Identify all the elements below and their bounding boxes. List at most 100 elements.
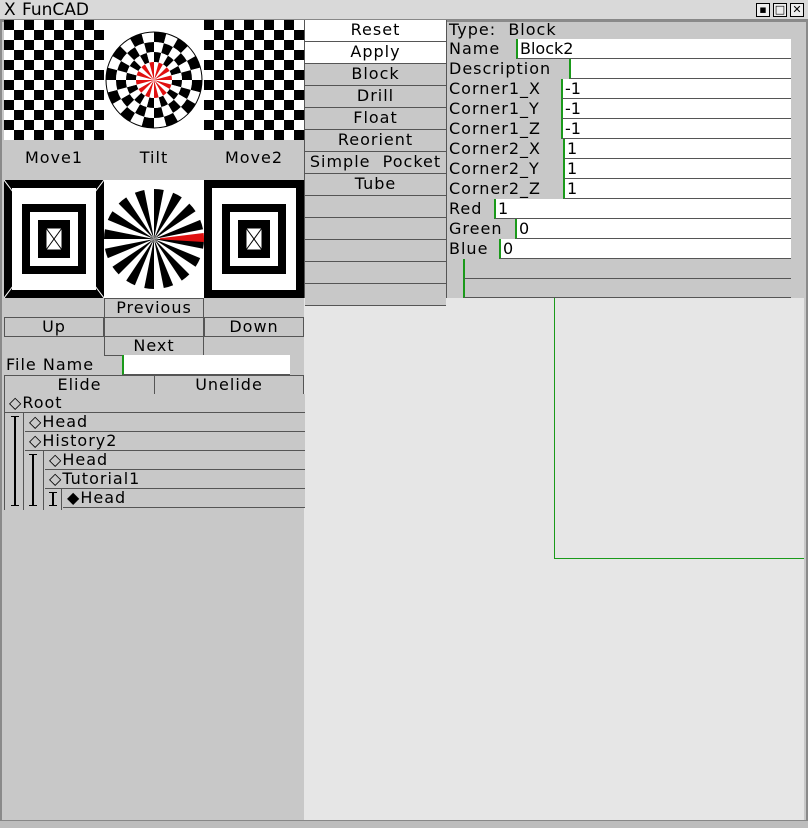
corner2-x-label: Corner2_X [449, 139, 541, 158]
empty-command-slot [305, 262, 446, 284]
block-button[interactable]: Block [305, 64, 446, 86]
down-button[interactable]: Down [204, 317, 304, 337]
empty-command-slot [305, 284, 446, 306]
simple-pocket-button[interactable]: Simple Pocket [305, 152, 446, 174]
node-marker-icon: ◇ [49, 469, 63, 488]
tree-node-label: Tutorial1 [62, 469, 141, 488]
move2-label: Move2 [224, 148, 284, 167]
type-value: Block [508, 20, 557, 39]
tree-indent-bar [29, 454, 37, 506]
tree-node-label: Root [22, 393, 63, 412]
green-input[interactable]: 0 [515, 219, 791, 239]
blue-label: Blue [449, 239, 489, 258]
nav-center-cell [104, 317, 204, 337]
previous-button[interactable]: Previous [104, 298, 204, 318]
window-title: FunCAD [22, 0, 89, 20]
properties-panel: Type: Block Name Block2 Description Corn… [447, 20, 791, 298]
corner2-y-input[interactable]: 1 [563, 159, 791, 179]
move1-control[interactable] [4, 20, 104, 140]
file-name-input[interactable] [122, 355, 290, 375]
checkerboard-icon [204, 20, 304, 140]
corner1-y-label: Corner1_Y [449, 99, 540, 118]
empty-command-slot [305, 218, 446, 240]
tree-indent-bar [11, 416, 19, 506]
tree-node-history2[interactable]: ◇History2 [25, 432, 305, 451]
description-label: Description [449, 59, 552, 78]
name-label: Name [449, 39, 501, 58]
tilt-control[interactable] [104, 20, 204, 140]
tube-button[interactable]: Tube [305, 174, 446, 196]
tree-node-head[interactable]: ◇Head [25, 413, 305, 432]
tree-node-head[interactable]: ◇Head [45, 451, 305, 470]
tree-node-label: Head [42, 412, 89, 431]
zoom-right-control[interactable] [204, 180, 304, 298]
red-label: Red [449, 199, 483, 218]
empty-command-slot [305, 240, 446, 262]
history-tree: ◇Root ◇Head ◇History2 ◇Head ◇Tutorial1 ◆… [4, 394, 305, 510]
status-bar [0, 820, 808, 828]
rotate-control[interactable] [104, 180, 204, 298]
sunburst-dial-icon [104, 180, 204, 298]
empty-property-row [463, 279, 791, 298]
corner1-x-label: Corner1_X [449, 79, 541, 98]
empty-property-row [463, 259, 791, 279]
title-bar[interactable]: X FunCAD ▪ □ ✕ [0, 0, 808, 20]
nested-squares-icon [204, 180, 304, 298]
node-marker-icon: ◆ [67, 488, 81, 507]
unelide-button[interactable]: Unelide [154, 375, 304, 395]
red-input[interactable]: 1 [494, 199, 791, 219]
reorient-button[interactable]: Reorient [305, 130, 446, 152]
tree-node-label: Head [62, 450, 109, 469]
move2-control[interactable] [204, 20, 304, 140]
tree-node-label: History2 [42, 431, 118, 450]
drill-button[interactable]: Drill [305, 86, 446, 108]
corner1-z-input[interactable]: -1 [561, 119, 791, 139]
node-marker-icon: ◇ [29, 431, 43, 450]
viewport-line-vertical [554, 298, 555, 559]
apply-button[interactable]: Apply [305, 42, 446, 64]
reset-button[interactable]: Reset [305, 20, 446, 42]
node-marker-icon: ◇ [9, 393, 23, 412]
zoom-left-control[interactable] [4, 180, 104, 298]
elide-button[interactable]: Elide [4, 375, 155, 395]
nested-squares-icon [4, 180, 104, 298]
tree-divider [61, 489, 62, 510]
tilt-label: Tilt [139, 148, 169, 167]
float-button[interactable]: Float [305, 108, 446, 130]
command-panel: Reset Apply Block Drill Float Reorient S… [304, 20, 447, 306]
corner1-x-input[interactable]: -1 [561, 79, 791, 99]
maximize-icon[interactable]: □ [773, 3, 787, 17]
up-button[interactable]: Up [4, 317, 104, 337]
corner2-z-label: Corner2_Z [449, 179, 541, 198]
x-logo-icon: X [4, 0, 16, 20]
file-name-label: File Name [6, 355, 95, 374]
blue-input[interactable]: 0 [499, 239, 791, 259]
tree-divider [23, 413, 24, 510]
viewport-canvas[interactable] [304, 298, 804, 820]
node-marker-icon: ◇ [49, 450, 63, 469]
tree-node-root[interactable]: ◇Root [5, 394, 305, 413]
node-marker-icon: ◇ [29, 412, 43, 431]
tree-node-tutorial1[interactable]: ◇Tutorial1 [45, 470, 305, 489]
tree-node-head-selected[interactable]: ◆Head [63, 489, 305, 508]
tree-node-label: Head [80, 488, 127, 507]
type-label: Type: Block [449, 20, 557, 39]
corner2-y-label: Corner2_Y [449, 159, 540, 178]
minimize-icon[interactable]: ▪ [756, 3, 770, 17]
checkerboard-icon [4, 20, 104, 140]
next-button[interactable]: Next [104, 336, 204, 356]
close-icon[interactable]: ✕ [790, 3, 804, 17]
corner1-z-label: Corner1_Z [449, 119, 541, 138]
description-input[interactable] [569, 59, 791, 79]
dartboard-dial-icon [104, 20, 204, 140]
viewport-line-horizontal [554, 558, 804, 559]
corner2-x-input[interactable]: 1 [563, 139, 791, 159]
empty-command-slot [305, 196, 446, 218]
corner1-y-input[interactable]: -1 [561, 99, 791, 119]
tree-indent-bar [49, 492, 57, 506]
corner2-z-input[interactable]: 1 [563, 179, 791, 199]
green-label: Green [449, 219, 503, 238]
name-input[interactable]: Block2 [516, 39, 791, 59]
tree-divider [43, 451, 44, 510]
move1-label: Move1 [24, 148, 84, 167]
